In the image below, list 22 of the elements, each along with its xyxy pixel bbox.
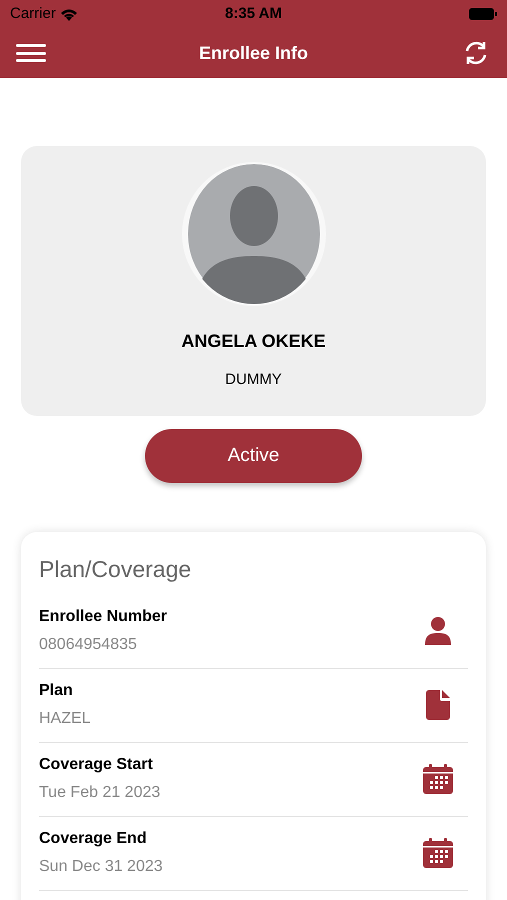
- field-label: Coverage End: [39, 829, 148, 849]
- field-value: 08064954835: [39, 635, 138, 655]
- field-value: Tue Feb 21 2023: [39, 783, 160, 803]
- enrollee-subtitle: DUMMY: [225, 370, 282, 390]
- field-value: Sun Dec 31 2023: [39, 857, 163, 877]
- field-value: HAZEL: [39, 709, 91, 729]
- plan-title: Plan/Coverage: [39, 555, 192, 584]
- calendar-icon: [423, 764, 453, 794]
- person-icon: [424, 616, 452, 646]
- calendar-icon: [423, 838, 453, 868]
- field-label: Coverage Start: [39, 755, 154, 775]
- wifi-icon: [60, 8, 78, 20]
- carrier-label: Carrier: [10, 4, 56, 24]
- enrollee-name: ANGELA OKEKE: [181, 330, 326, 353]
- screen-title: Enrollee Info: [198, 42, 308, 64]
- menu-button[interactable]: [16, 42, 46, 64]
- status-button[interactable]: Active: [145, 429, 362, 483]
- file-icon: [426, 690, 450, 720]
- battery-icon: [469, 8, 497, 20]
- clock-label: 8:35 AM: [225, 4, 282, 24]
- field-label: Plan: [39, 681, 74, 701]
- field-label: Enrollee Number: [39, 607, 168, 627]
